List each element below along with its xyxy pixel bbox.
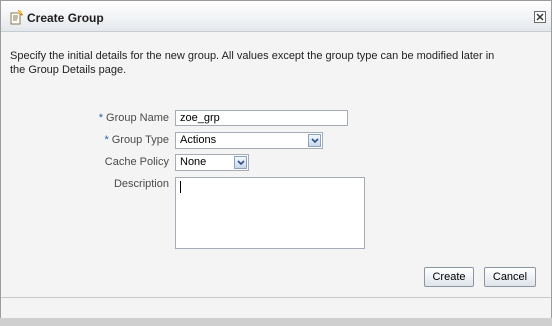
dialog-divider: [1, 297, 551, 298]
cache-policy-select[interactable]: None: [175, 154, 249, 171]
cancel-button[interactable]: Cancel: [484, 267, 536, 287]
background-page: [0, 318, 552, 326]
text-caret: [180, 181, 181, 193]
create-button[interactable]: Create: [424, 267, 474, 287]
dialog-titlebar: Create Group: [1, 1, 551, 32]
close-icon[interactable]: [534, 11, 546, 23]
required-marker: *: [104, 134, 109, 146]
cache-policy-label: Cache Policy: [104, 156, 169, 168]
group-type-value: Actions: [180, 134, 217, 146]
required-marker: *: [98, 112, 104, 124]
chevron-down-icon[interactable]: [308, 134, 321, 147]
chevron-down-icon[interactable]: [234, 156, 247, 169]
dialog-title: Create Group: [27, 11, 104, 25]
group-create-icon: [10, 9, 24, 25]
cache-policy-value: None: [180, 156, 207, 168]
intro-text: Specify the initial details for the new …: [10, 50, 495, 76]
description-label: Description: [113, 178, 169, 190]
group-type-select[interactable]: Actions: [175, 132, 323, 149]
group-name-input[interactable]: [175, 110, 348, 126]
description-textarea[interactable]: [175, 177, 365, 249]
create-group-dialog: Create Group Specify the initial details…: [0, 0, 552, 326]
group-name-label: * Group Name: [98, 112, 169, 124]
group-type-label: * Group Type: [104, 134, 169, 146]
